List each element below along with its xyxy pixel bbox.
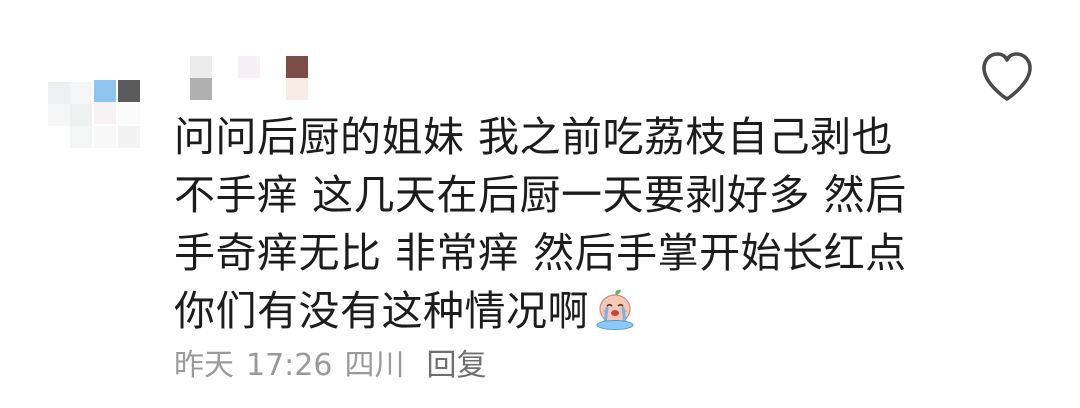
comment-location: 四川: [344, 348, 405, 383]
comment-text: 问问后厨的姐妹 我之前吃荔枝自己剥也 不手痒 这几天在后厨一天要剥好多 然后 手…: [174, 108, 934, 340]
username[interactable]: [190, 56, 320, 100]
heart-outline-icon: [982, 52, 1032, 101]
reply-button[interactable]: 回复: [426, 344, 486, 388]
like-button[interactable]: [978, 50, 1036, 104]
comment-meta: 昨天 17:26 四川 回复: [174, 344, 486, 388]
comment-time: 17:26: [246, 348, 333, 383]
comment-item: 问问后厨的姐妹 我之前吃荔枝自己剥也 不手痒 这几天在后厨一天要剥好多 然后 手…: [0, 0, 1080, 408]
comment-line-text: 你们有没有这种情况啊: [174, 287, 589, 335]
comment-line: 问问后厨的姐妹 我之前吃荔枝自己剥也: [174, 113, 894, 161]
comment-line: 不手痒 这几天在后厨一天要剥好多 然后: [174, 171, 907, 219]
crying-face-emoji-icon: [593, 287, 637, 331]
comment-line: 手奇痒无比 非常痒 然后手掌开始长红点: [174, 229, 907, 277]
comment-date: 昨天: [174, 348, 234, 383]
avatar[interactable]: [48, 74, 152, 158]
comment-line: 你们有没有这种情况啊: [174, 282, 934, 340]
